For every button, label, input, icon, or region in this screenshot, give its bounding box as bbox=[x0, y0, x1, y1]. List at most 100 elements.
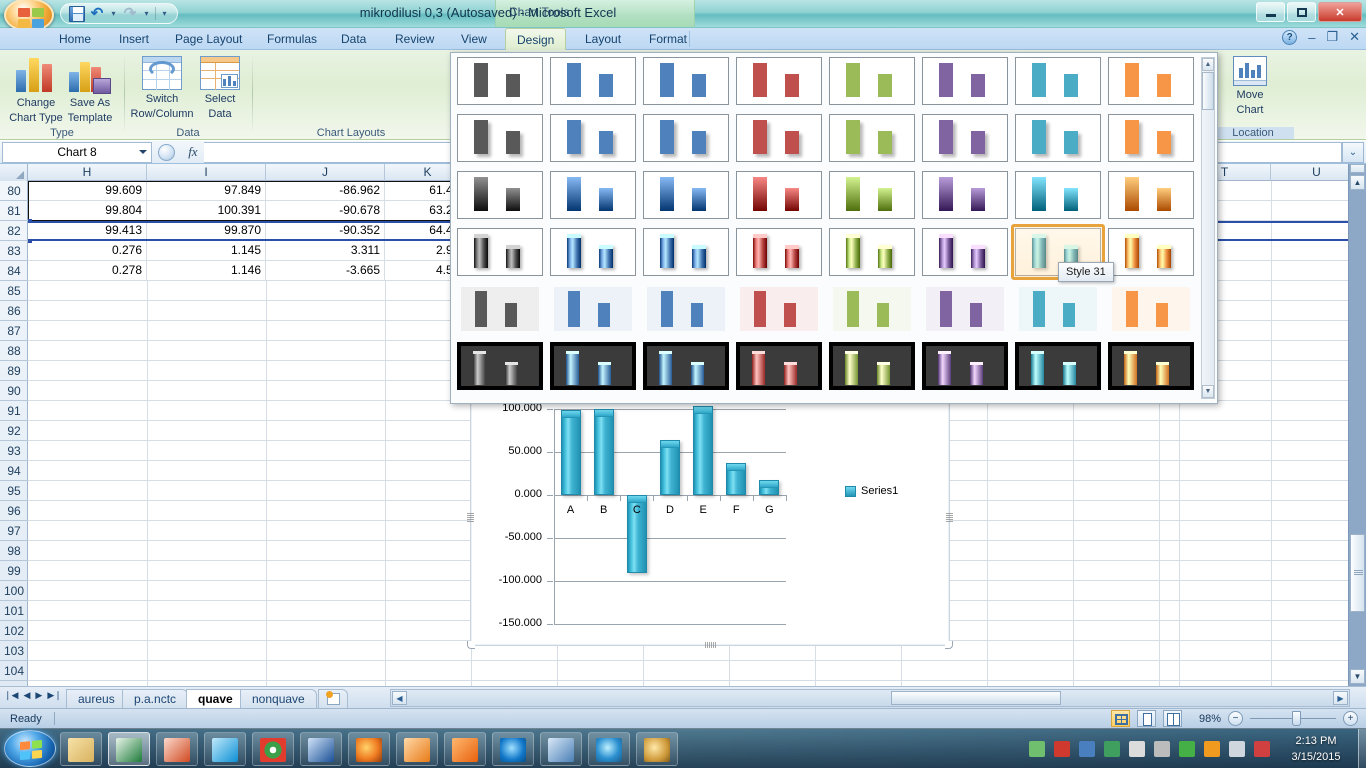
vertical-scroll-thumb[interactable] bbox=[1350, 534, 1365, 612]
sheet-nav-first-icon[interactable]: ❘◀ bbox=[4, 690, 18, 701]
chart-style-8[interactable] bbox=[1108, 57, 1194, 111]
chart-style-25[interactable] bbox=[457, 228, 543, 282]
start-button[interactable] bbox=[4, 730, 56, 767]
antivirus-icon[interactable] bbox=[1054, 741, 1070, 757]
chart-style-38[interactable] bbox=[922, 285, 1008, 339]
taskbar-item-media-player[interactable] bbox=[396, 732, 438, 766]
chart-style-17[interactable] bbox=[457, 171, 543, 225]
chart-object[interactable]: 100.00050.0000.000-50.000-100.000-150.00… bbox=[470, 394, 950, 646]
insert-worksheet-button[interactable] bbox=[318, 689, 348, 708]
tab-home[interactable]: Home bbox=[48, 28, 102, 50]
zoom-slider-track[interactable] bbox=[1250, 718, 1336, 719]
chart-style-43[interactable] bbox=[643, 342, 729, 396]
row-header-82[interactable]: 82 bbox=[0, 221, 28, 241]
fx-icon[interactable]: fx bbox=[188, 144, 197, 160]
chart-style-33[interactable] bbox=[457, 285, 543, 339]
show-desktop-button[interactable] bbox=[1358, 729, 1366, 768]
chart-style-26[interactable] bbox=[550, 228, 636, 282]
undo-icon[interactable]: ↶ bbox=[89, 6, 105, 22]
row-header-83[interactable]: 83 bbox=[0, 241, 28, 261]
chart-style-5[interactable] bbox=[829, 57, 915, 111]
sheet-tab-aureus[interactable]: aureus bbox=[66, 689, 127, 708]
chart-style-46[interactable] bbox=[922, 342, 1008, 396]
chart-style-27[interactable] bbox=[643, 228, 729, 282]
taskbar-item-powerpoint[interactable] bbox=[156, 732, 198, 766]
row-header-84[interactable]: 84 bbox=[0, 261, 28, 281]
column-header-j[interactable]: J bbox=[266, 164, 385, 181]
close-button[interactable]: ✕ bbox=[1318, 2, 1362, 22]
chart-handle-left[interactable] bbox=[467, 513, 474, 522]
cell-I83[interactable]: 1.145 bbox=[147, 241, 266, 261]
row-header-98[interactable]: 98 bbox=[0, 541, 28, 561]
chart-plot-area[interactable]: 100.00050.0000.000-50.000-100.000-150.00… bbox=[554, 409, 786, 624]
chart-style-11[interactable] bbox=[643, 114, 729, 168]
row-header-99[interactable]: 99 bbox=[0, 561, 28, 581]
cell-H80[interactable]: 99.609 bbox=[28, 181, 147, 201]
row-header-86[interactable]: 86 bbox=[0, 301, 28, 321]
device-icon[interactable] bbox=[1229, 741, 1245, 757]
chart-handle-bottom-left[interactable] bbox=[467, 641, 475, 649]
sheet-nav-next-icon[interactable]: ▶ bbox=[35, 690, 42, 701]
tab-formulas[interactable]: Formulas bbox=[256, 28, 328, 50]
chart-style-44[interactable] bbox=[736, 342, 822, 396]
customize-qat-icon[interactable]: ▾ bbox=[160, 9, 169, 18]
selection-handle[interactable] bbox=[28, 239, 32, 243]
vertical-scrollbar[interactable]: ▲ ▼ bbox=[1348, 164, 1366, 686]
chart-style-14[interactable] bbox=[922, 114, 1008, 168]
minimize-button[interactable] bbox=[1256, 2, 1285, 22]
row-header-100[interactable]: 100 bbox=[0, 581, 28, 601]
sheet-nav-prev-icon[interactable]: ◀ bbox=[23, 690, 30, 701]
triangle-icon[interactable] bbox=[1179, 741, 1195, 757]
orange-circle-icon[interactable] bbox=[1204, 741, 1220, 757]
row-header-103[interactable]: 103 bbox=[0, 641, 28, 661]
row-header-85[interactable]: 85 bbox=[0, 281, 28, 301]
chart-style-36[interactable] bbox=[736, 285, 822, 339]
chart-style-4[interactable] bbox=[736, 57, 822, 111]
chart-style-10[interactable] bbox=[550, 114, 636, 168]
chart-style-1[interactable] bbox=[457, 57, 543, 111]
chart-style-47[interactable] bbox=[1015, 342, 1101, 396]
cell-H81[interactable]: 99.804 bbox=[28, 201, 147, 221]
chart-style-34[interactable] bbox=[550, 285, 636, 339]
chart-style-21[interactable] bbox=[829, 171, 915, 225]
cell-I84[interactable]: 1.146 bbox=[147, 261, 266, 281]
row-header-91[interactable]: 91 bbox=[0, 401, 28, 421]
hscroll-right-icon[interactable]: ▶ bbox=[1333, 691, 1348, 705]
tab-design[interactable]: Design bbox=[505, 28, 566, 50]
sheet-tab-panctc[interactable]: p.a.nctc bbox=[122, 689, 188, 708]
row-header-95[interactable]: 95 bbox=[0, 481, 28, 501]
chart-style-7[interactable] bbox=[1015, 57, 1101, 111]
zoom-level[interactable]: 98% bbox=[1189, 713, 1221, 725]
chart-style-16[interactable] bbox=[1108, 114, 1194, 168]
scroll-down-icon[interactable]: ▼ bbox=[1350, 669, 1365, 684]
cell-H84[interactable]: 0.278 bbox=[28, 261, 147, 281]
gallery-scroll-thumb[interactable] bbox=[1202, 72, 1214, 110]
cell-I81[interactable]: 100.391 bbox=[147, 201, 266, 221]
row-header-89[interactable]: 89 bbox=[0, 361, 28, 381]
chart-style-45[interactable] bbox=[829, 342, 915, 396]
chart-style-22[interactable] bbox=[922, 171, 1008, 225]
zoom-slider-thumb[interactable] bbox=[1292, 711, 1301, 726]
chart-style-32[interactable] bbox=[1108, 228, 1194, 282]
cell-I80[interactable]: 97.849 bbox=[147, 181, 266, 201]
minimize-ribbon-icon[interactable]: – bbox=[1308, 30, 1315, 45]
zoom-in-button[interactable]: + bbox=[1343, 711, 1358, 726]
sheet-nav-last-icon[interactable]: ▶❘ bbox=[47, 690, 61, 701]
taskbar-item-chrome[interactable] bbox=[252, 732, 294, 766]
network-globe-icon[interactable] bbox=[1104, 741, 1120, 757]
restore-button[interactable] bbox=[1287, 2, 1316, 22]
chart-style-40[interactable] bbox=[1108, 285, 1194, 339]
tab-review[interactable]: Review bbox=[384, 28, 445, 50]
chart-style-12[interactable] bbox=[736, 114, 822, 168]
cell-J82[interactable]: -90.352 bbox=[266, 221, 385, 241]
chart-style-39[interactable] bbox=[1015, 285, 1101, 339]
taskbar-item-explorer[interactable] bbox=[60, 732, 102, 766]
tab-view[interactable]: View bbox=[450, 28, 498, 50]
restore-window-icon[interactable]: ❐ bbox=[1326, 29, 1338, 45]
horizontal-scrollbar[interactable]: ◀ ▶ bbox=[390, 689, 1350, 707]
chart-style-42[interactable] bbox=[550, 342, 636, 396]
help-icon[interactable]: ? bbox=[1282, 30, 1297, 45]
chart-style-9[interactable] bbox=[457, 114, 543, 168]
hscroll-left-icon[interactable]: ◀ bbox=[392, 691, 407, 705]
taskbar-item-word[interactable] bbox=[300, 732, 342, 766]
